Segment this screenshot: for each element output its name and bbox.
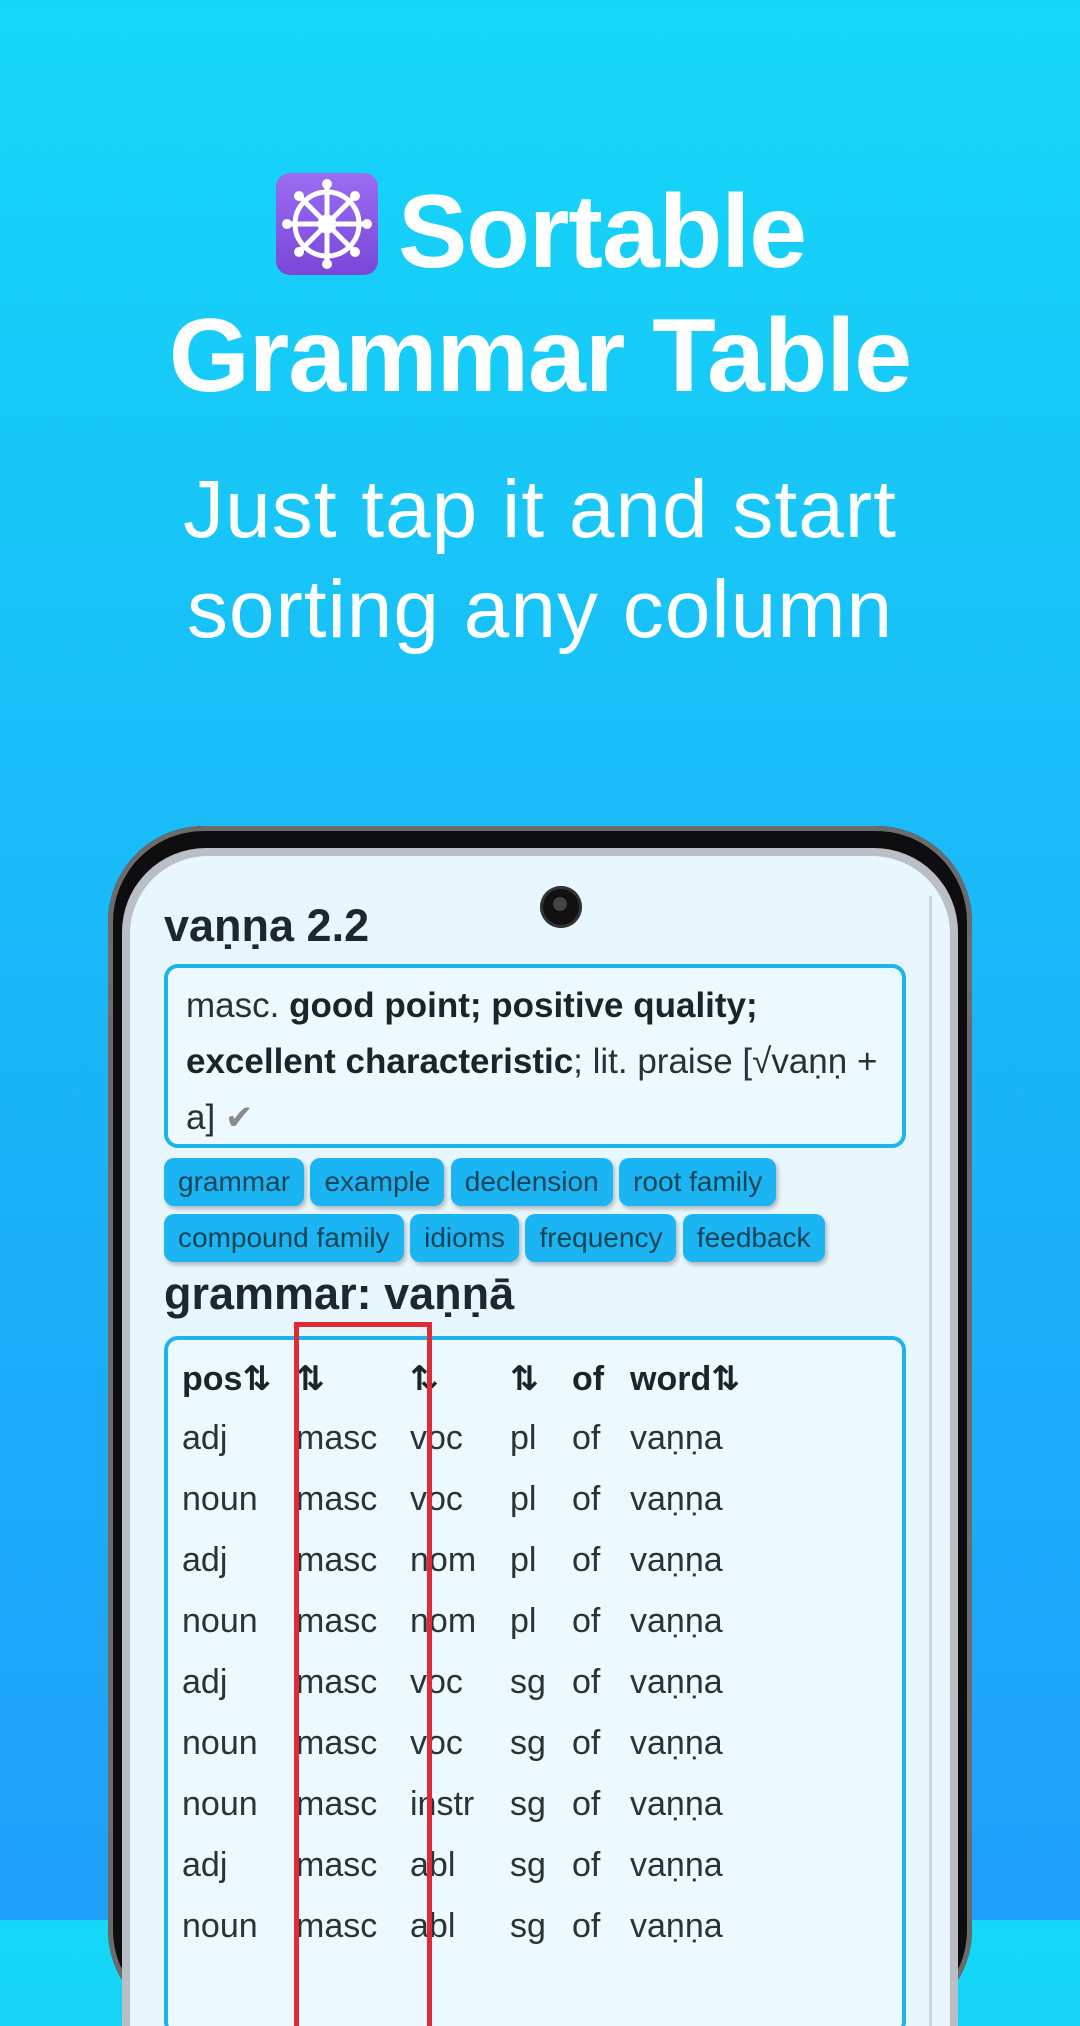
grammar-table-box: pos⇅ ⇅ ⇅ ⇅ of word⇅ adj masc voc pl of vaṇṇa n… bbox=[164, 1336, 906, 2026]
table-cell: sg bbox=[510, 1724, 546, 1762]
table-cell: vaṇṇa bbox=[630, 1907, 723, 1945]
phone-bezel: vaṇṇa 2.2 masc. good point; positive qua… bbox=[122, 848, 958, 2026]
table-cell: noun bbox=[182, 1724, 258, 1762]
table-cell: pl bbox=[510, 1419, 537, 1457]
table-row: noun masc instr sg of vaṇṇa bbox=[182, 1774, 770, 1835]
definition-meaning-2: excellent characteristic bbox=[186, 1042, 574, 1081]
table-cell: pl bbox=[510, 1602, 537, 1640]
entry-headword: vaṇṇa 2.2 bbox=[164, 900, 370, 951]
table-cell: vaṇṇa bbox=[630, 1419, 723, 1457]
table-cell: noun bbox=[182, 1907, 258, 1945]
table-cell: adj bbox=[182, 1663, 228, 1701]
definition-meaning-1: good point; positive quality; bbox=[289, 986, 758, 1025]
sort-header-number[interactable]: ⇅ bbox=[510, 1350, 572, 1408]
definition-pos: masc. bbox=[186, 986, 280, 1025]
check-icon: ✔ bbox=[224, 1099, 254, 1137]
sort-header-pos[interactable]: pos⇅ bbox=[182, 1350, 296, 1408]
promo-subtitle: Just tap it and start sorting any column bbox=[0, 460, 1080, 660]
definition-box: masc. good point; positive quality; exce… bbox=[164, 964, 906, 1148]
table-cell: sg bbox=[510, 1907, 546, 1945]
table-row: noun masc abl sg of vaṇṇa bbox=[182, 1896, 770, 1957]
table-cell: vaṇṇa bbox=[630, 1480, 723, 1518]
phone-frame: vaṇṇa 2.2 masc. good point; positive qua… bbox=[108, 826, 972, 2026]
screen-edge bbox=[929, 896, 932, 2026]
table-row: noun masc nom pl of vaṇṇa bbox=[182, 1591, 770, 1652]
dharma-wheel-icon bbox=[274, 171, 380, 277]
table-cell: noun bbox=[182, 1602, 258, 1640]
header-of: of bbox=[572, 1359, 605, 1398]
table-cell: pl bbox=[510, 1480, 537, 1518]
phone-screen: vaṇṇa 2.2 masc. good point; positive qua… bbox=[130, 856, 950, 2026]
table-cell: of bbox=[572, 1602, 601, 1640]
table-cell: sg bbox=[510, 1846, 546, 1884]
promo-header: Sortable Grammar Table Just tap it and s… bbox=[0, 170, 1080, 660]
table-cell: of bbox=[572, 1785, 601, 1823]
table-row: adj masc nom pl of vaṇṇa bbox=[182, 1530, 770, 1591]
promo-title-line1: Sortable bbox=[0, 170, 1080, 294]
section-buttons: grammar example declension root family c… bbox=[164, 1158, 924, 1270]
feedback-button[interactable]: feedback bbox=[682, 1214, 825, 1262]
table-cell: vaṇṇa bbox=[630, 1785, 723, 1823]
table-cell: of bbox=[572, 1541, 601, 1579]
table-cell: vaṇṇa bbox=[630, 1602, 723, 1640]
table-cell: vaṇṇa bbox=[630, 1541, 723, 1579]
frequency-button[interactable]: frequency bbox=[525, 1214, 677, 1262]
table-cell: vaṇṇa bbox=[630, 1663, 723, 1701]
camera-icon bbox=[540, 886, 582, 928]
table-cell: of bbox=[572, 1846, 601, 1884]
table-cell: adj bbox=[182, 1846, 228, 1884]
table-cell: adj bbox=[182, 1419, 228, 1457]
table-cell: pl bbox=[510, 1541, 537, 1579]
table-cell: noun bbox=[182, 1480, 258, 1518]
table-row: adj masc abl sg of vaṇṇa bbox=[182, 1835, 770, 1896]
table-header-row: pos⇅ ⇅ ⇅ ⇅ of word⇅ bbox=[182, 1350, 770, 1408]
table-cell: of bbox=[572, 1663, 601, 1701]
declension-button[interactable]: declension bbox=[450, 1158, 613, 1206]
example-button[interactable]: example bbox=[310, 1158, 445, 1206]
table-cell: vaṇṇa bbox=[630, 1724, 723, 1762]
grammar-table: pos⇅ ⇅ ⇅ ⇅ of word⇅ adj masc voc pl of vaṇṇa n… bbox=[182, 1350, 770, 1957]
highlight-column-box bbox=[294, 1322, 432, 2026]
table-row: noun masc voc sg of vaṇṇa bbox=[182, 1713, 770, 1774]
table-cell: adj bbox=[182, 1541, 228, 1579]
table-cell: of bbox=[572, 1419, 601, 1457]
sort-header-word[interactable]: word⇅ bbox=[630, 1350, 770, 1408]
grammar-heading: grammar: vaṇṇā bbox=[164, 1268, 515, 1319]
compound-family-button[interactable]: compound family bbox=[164, 1214, 404, 1262]
idioms-button[interactable]: idioms bbox=[410, 1214, 520, 1262]
table-cell: sg bbox=[510, 1785, 546, 1823]
table-row: adj masc voc pl of vaṇṇa bbox=[182, 1408, 770, 1469]
promo-title-line2: Grammar Table bbox=[168, 298, 912, 414]
table-cell: of bbox=[572, 1907, 601, 1945]
table-cell: of bbox=[572, 1724, 601, 1762]
table-cell: noun bbox=[182, 1785, 258, 1823]
table-cell: sg bbox=[510, 1663, 546, 1701]
promo-subtitle-line1: Just tap it and start bbox=[183, 464, 897, 555]
grammar-button[interactable]: grammar bbox=[164, 1158, 305, 1206]
table-row: noun masc voc pl of vaṇṇa bbox=[182, 1469, 770, 1530]
table-cell: of bbox=[572, 1480, 601, 1518]
promo-subtitle-line2: sorting any column bbox=[186, 564, 894, 655]
table-cell: vaṇṇa bbox=[630, 1846, 723, 1884]
promo-title-text1: Sortable bbox=[397, 174, 807, 290]
table-row: adj masc voc sg of vaṇṇa bbox=[182, 1652, 770, 1713]
root-family-button[interactable]: root family bbox=[619, 1158, 777, 1206]
